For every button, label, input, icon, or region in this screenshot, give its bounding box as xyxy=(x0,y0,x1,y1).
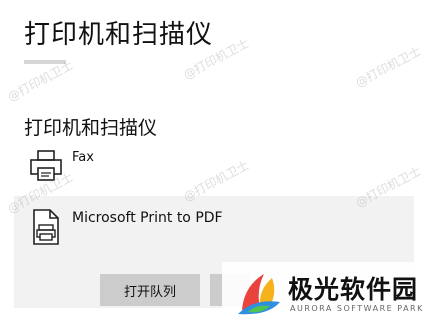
logo-subtitle: AURORA SOFTWARE PARK xyxy=(290,304,424,313)
watermark-text: @打印机卫士 xyxy=(353,43,424,91)
site-logo: 极光软件园 AURORA SOFTWARE PARK xyxy=(222,262,432,323)
page-title: 打印机和扫描仪 xyxy=(24,20,214,50)
title-underline xyxy=(24,60,66,64)
pdf-document-printer-icon xyxy=(28,208,64,245)
logo-name: 极光软件园 xyxy=(288,275,419,304)
section-title: 打印机和扫描仪 xyxy=(24,117,158,139)
printer-name: Microsoft Print to PDF xyxy=(72,210,223,226)
aurora-logo-icon xyxy=(234,268,284,318)
printer-icon xyxy=(28,148,64,184)
printer-name: Fax xyxy=(72,150,94,165)
open-queue-button[interactable]: 打开队列 xyxy=(100,274,200,306)
printer-item-fax[interactable]: Fax xyxy=(14,146,414,190)
